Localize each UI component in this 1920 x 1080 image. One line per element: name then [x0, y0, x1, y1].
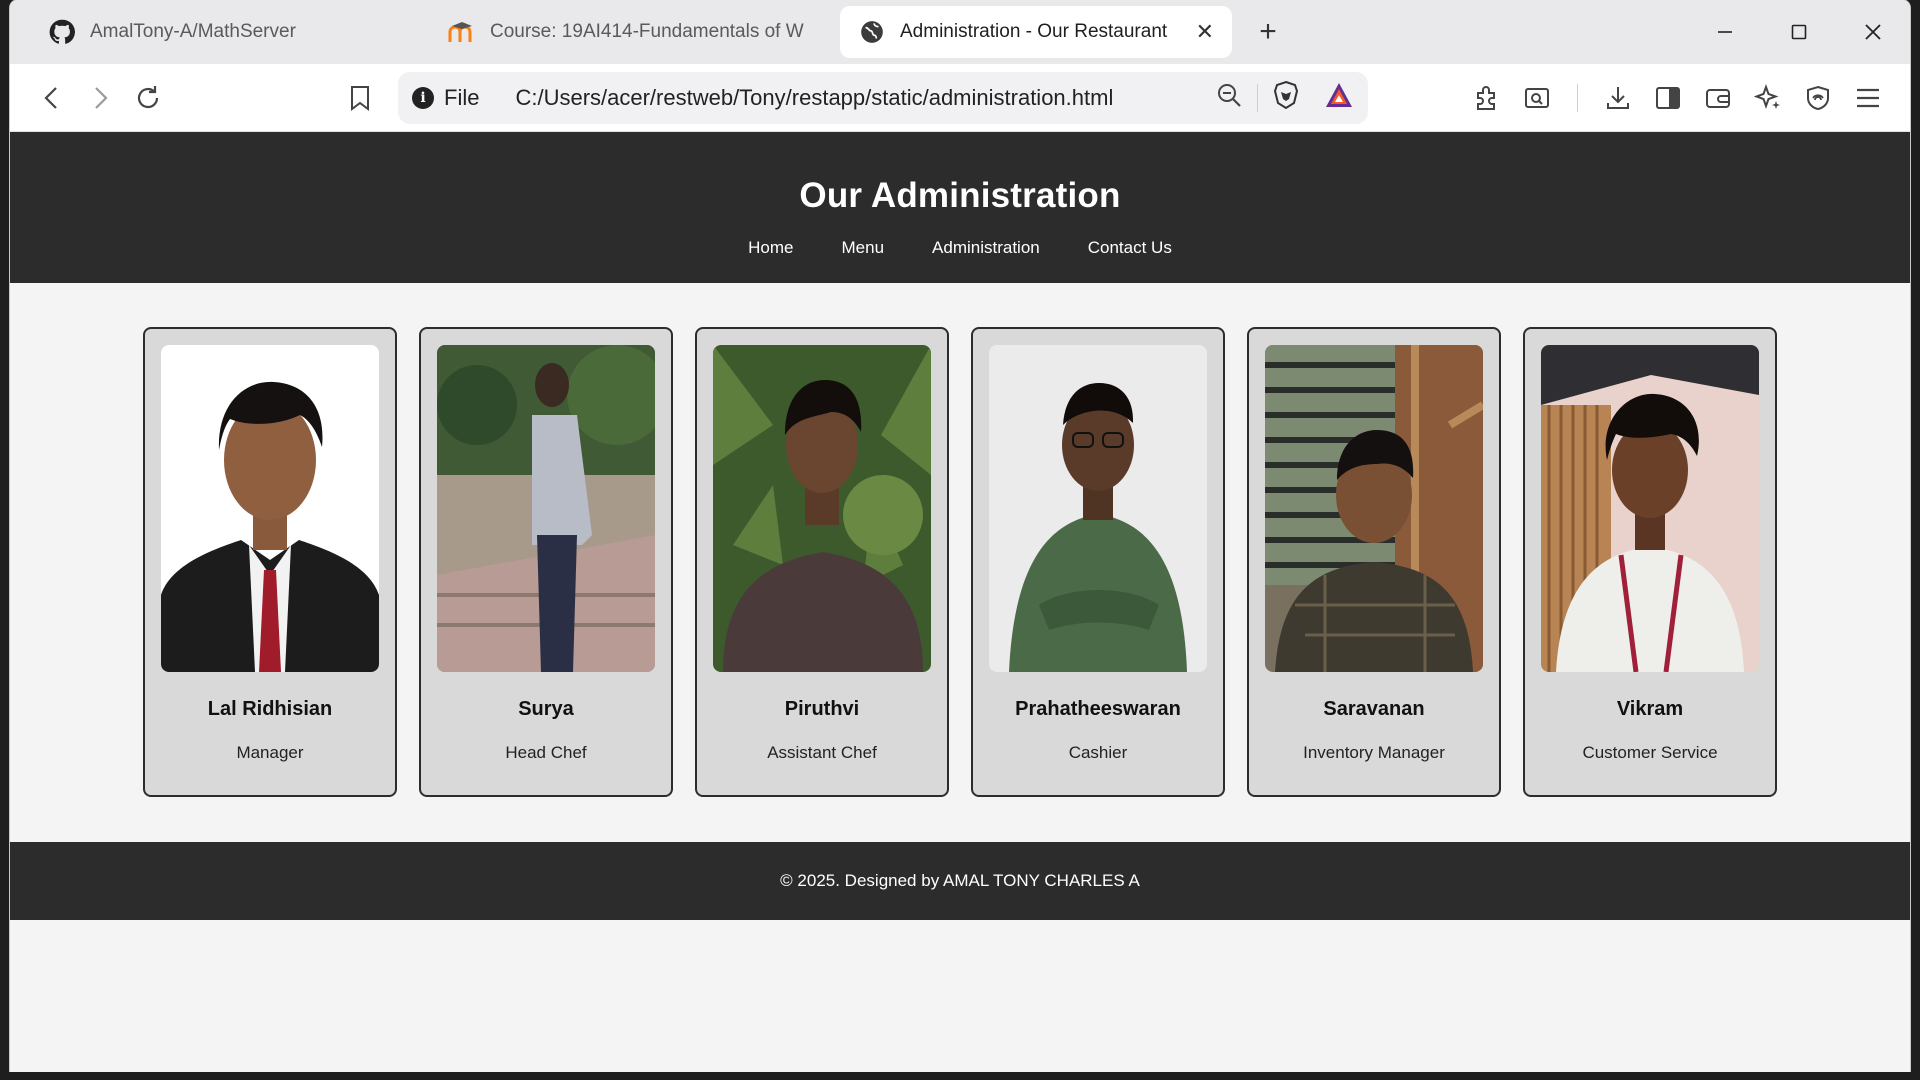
staff-photo	[437, 345, 655, 672]
vpn-shield-icon[interactable]	[1794, 74, 1842, 122]
staff-card: Saravanan Inventory Manager	[1247, 327, 1501, 797]
separator	[1257, 83, 1258, 112]
brave-rewards-icon[interactable]	[1324, 81, 1354, 114]
window-controls	[1688, 0, 1910, 64]
forward-icon[interactable]	[76, 74, 124, 122]
staff-role: Customer Service	[1582, 743, 1718, 762]
site-header: Our Administration Home Menu Administrat…	[10, 132, 1910, 283]
staff-card: Vikram Customer Service	[1523, 327, 1777, 797]
minimize-icon[interactable]	[1688, 0, 1762, 64]
download-icon[interactable]	[1594, 74, 1642, 122]
staff-photo	[1265, 345, 1483, 672]
extensions-icon[interactable]	[1463, 74, 1511, 122]
staff-role: Assistant Chef	[767, 743, 877, 762]
nav-home-link[interactable]: Home	[748, 238, 793, 258]
github-icon	[48, 18, 76, 46]
staff-card: Prahatheeswaran Cashier	[971, 327, 1225, 797]
zoom-icon[interactable]	[1215, 81, 1243, 114]
staff-name: Prahatheeswaran	[1015, 698, 1181, 720]
staff-name: Lal Ridhisian	[207, 698, 333, 720]
globe-icon	[858, 18, 886, 46]
tab-title: Administration - Our Restaurant	[900, 21, 1168, 42]
close-window-icon[interactable]	[1836, 0, 1910, 64]
bookmark-icon[interactable]	[336, 74, 384, 122]
maximize-icon[interactable]	[1762, 0, 1836, 64]
staff-role: Manager	[236, 743, 304, 762]
staff-role: Inventory Manager	[1303, 743, 1445, 762]
editor-status-bar	[0, 1072, 1920, 1080]
staff-photo	[1541, 345, 1759, 672]
staff-photo	[989, 345, 1207, 672]
staff-role: Cashier	[1068, 743, 1128, 762]
browser-toolbar: i File C:/Users/acer/restweb/Tony/restap…	[10, 64, 1910, 132]
separator	[1577, 83, 1578, 112]
menu-icon[interactable]	[1844, 74, 1892, 122]
brave-shields-icon[interactable]	[1272, 80, 1300, 115]
info-icon[interactable]: i	[412, 86, 434, 109]
back-icon[interactable]	[28, 74, 76, 122]
leo-ai-icon[interactable]	[1744, 74, 1792, 122]
tab-mathserver[interactable]: AmalTony-A/MathServer	[30, 6, 430, 58]
tab-title: Course: 19AI414-Fundamentals of W	[490, 21, 804, 42]
tab-strip: AmalTony-A/MathServer Course: 19AI414-Fu…	[10, 0, 1910, 64]
nav-administration-link[interactable]: Administration	[932, 238, 1040, 258]
staff-card: Lal Ridhisian Manager	[143, 327, 397, 797]
reload-icon[interactable]	[124, 74, 172, 122]
staff-name: Saravanan	[1323, 698, 1425, 720]
staff-name: Piruthvi	[784, 698, 860, 720]
staff-role: Head Chef	[505, 743, 587, 762]
staff-photo	[713, 345, 931, 672]
page-search-icon[interactable]	[1513, 74, 1561, 122]
toolbar-right-tools	[1463, 74, 1892, 122]
url-text[interactable]: C:/Users/acer/restweb/Tony/restapp/stati…	[515, 85, 1215, 111]
nav-contact-link[interactable]: Contact Us	[1088, 238, 1172, 258]
tab-administration[interactable]: Administration - Our Restaurant ✕	[840, 6, 1232, 58]
staff-card: Piruthvi Assistant Chef	[695, 327, 949, 797]
address-bar[interactable]: i File C:/Users/acer/restweb/Tony/restap…	[398, 71, 1368, 124]
tab-course[interactable]: Course: 19AI414-Fundamentals of W	[430, 6, 830, 58]
staff-photo	[161, 345, 379, 672]
tab-title: AmalTony-A/MathServer	[90, 21, 296, 42]
staff-name: Vikram	[1616, 698, 1684, 720]
page-content: Our Administration Home Menu Administrat…	[10, 132, 1910, 1072]
wallet-icon[interactable]	[1694, 74, 1742, 122]
close-tab-icon[interactable]: ✕	[1196, 19, 1214, 45]
page-title: Our Administration	[799, 176, 1121, 215]
moodle-icon	[448, 18, 476, 46]
staff-name: Surya	[518, 698, 574, 720]
browser-window: AmalTony-A/MathServer Course: 19AI414-Fu…	[10, 0, 1910, 1072]
nav-menu-link[interactable]: Menu	[842, 238, 885, 258]
footer-text: © 2025. Designed by AMAL TONY CHARLES A	[780, 871, 1140, 890]
site-footer: © 2025. Designed by AMAL TONY CHARLES A	[10, 842, 1910, 920]
site-nav: Home Menu Administration Contact Us	[10, 238, 1910, 258]
sidebar-icon[interactable]	[1644, 74, 1692, 122]
staff-card: Surya Head Chef	[419, 327, 673, 797]
scheme-label: File	[444, 84, 480, 110]
new-tab-button[interactable]: +	[1246, 10, 1290, 54]
staff-cards: Lal Ridhisian Manager Surya Head Chef Pi…	[10, 283, 1910, 842]
